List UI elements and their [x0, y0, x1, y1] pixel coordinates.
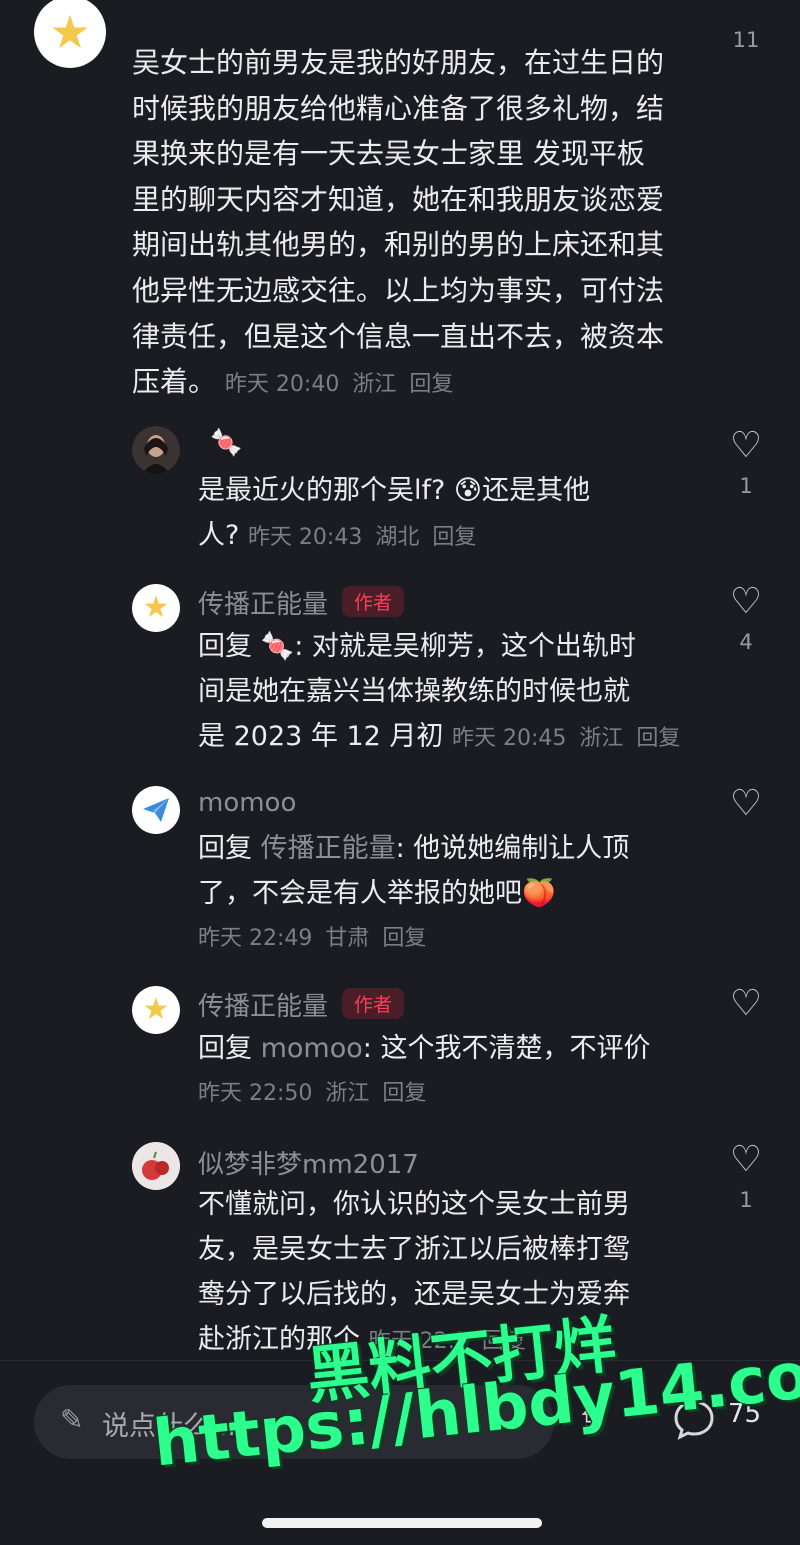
- comment-line: 回复 momoo: 这个我不清楚，不评价: [198, 1026, 718, 1071]
- comment-meta: 昨天 20:45 浙江 回复: [452, 726, 686, 751]
- pencil-icon: ✎: [60, 1403, 84, 1436]
- comment-line: 间是她在嘉兴当体操教练的时候也就: [198, 676, 630, 707]
- heart-icon: ♡: [729, 983, 763, 1024]
- comment-meta: 昨天 22:49 甘肃 回复: [198, 916, 718, 961]
- comment-line: 人?: [198, 520, 240, 551]
- reply-target[interactable]: 传播正能量: [261, 833, 396, 864]
- user-photo-icon: [132, 426, 180, 474]
- like-button[interactable]: ♡: [721, 784, 771, 824]
- avatar[interactable]: ★: [132, 986, 180, 1034]
- star-avatar-icon: ★: [49, 5, 91, 59]
- avatar[interactable]: [132, 786, 180, 834]
- reply-target[interactable]: momoo: [261, 1033, 363, 1064]
- username[interactable]: 🍬: [210, 428, 242, 458]
- comment-location: 湖北: [375, 525, 420, 550]
- heart-icon: ♡: [729, 1139, 763, 1180]
- comment-line: : 这个我不清楚，不评价: [362, 1033, 651, 1064]
- fruit-photo-icon: [132, 1142, 180, 1190]
- reply-prefix: 回复: [198, 833, 261, 864]
- comment-line-last: 人? 昨天 20:43 湖北 回复: [198, 513, 698, 560]
- comment-line: : 对就是吴柳芳，这个出轨时: [294, 631, 636, 662]
- home-indicator[interactable]: [262, 1518, 542, 1528]
- like-button[interactable]: 11: [721, 20, 771, 52]
- heart-icon: ♡: [729, 425, 763, 466]
- like-count: 1: [739, 1188, 753, 1212]
- comment-line: 期间出轨其他男的，和别的男的上床还和其: [132, 228, 665, 262]
- username-row: 传播正能量 作者: [198, 584, 405, 621]
- comment-text: 是最近火的那个吴lf? 😰还是其他 人? 昨天 20:43 湖北 回复: [198, 468, 698, 560]
- avatar[interactable]: [132, 1142, 180, 1190]
- avatar[interactable]: ★: [132, 584, 180, 632]
- comment-time: 昨天 20:43: [247, 525, 363, 550]
- comment-location: 浙江: [579, 726, 624, 751]
- comment-meta: 昨天 22:50 浙江 回复: [198, 1071, 718, 1116]
- reply-prefix: 回复: [198, 631, 261, 662]
- reply-link[interactable]: 回复: [382, 926, 426, 951]
- reply-target[interactable]: 🍬: [261, 631, 295, 662]
- star-avatar-icon: ★: [142, 992, 170, 1027]
- comment-line: 了，不会是有人举报的她吧🍑: [198, 878, 556, 909]
- username[interactable]: 似梦非梦mm2017: [198, 1144, 419, 1181]
- comment-location: 甘肃: [325, 926, 370, 951]
- reply-link[interactable]: 回复: [432, 525, 476, 550]
- avatar[interactable]: [132, 426, 180, 474]
- like-count: 4: [739, 630, 753, 654]
- comment-line: 果换来的是有一天去吴女士家里 发现平板: [132, 137, 645, 171]
- author-badge: 作者: [342, 988, 405, 1019]
- like-count: 11: [732, 28, 760, 52]
- comment-line: 时候我的朋友给他精心准备了很多礼物，结: [132, 91, 665, 125]
- like-button[interactable]: ♡ 1: [721, 1139, 771, 1213]
- paper-plane-icon: [143, 798, 169, 822]
- heart-icon: ♡: [729, 783, 763, 824]
- comment-location: 浙江: [352, 372, 397, 398]
- comment-time: 昨天 22:50: [198, 1081, 313, 1106]
- comment-line: : 他说她编制让人顶: [395, 833, 630, 864]
- avatar[interactable]: ★: [34, 0, 106, 68]
- comment-time: 昨天 22:49: [198, 926, 313, 951]
- comment-line: 友，是吴女士去了浙江以后被棒打鸳: [198, 1234, 630, 1265]
- comment-line: 回复 🍬: 对就是吴柳芳，这个出轨时: [198, 624, 718, 669]
- comment-line: 律责任，但是这个信息一直出不去，被资本: [132, 319, 665, 353]
- heart-icon: ♡: [729, 581, 763, 622]
- comment-text: 回复 momoo: 这个我不清楚，不评价 昨天 22:50 浙江 回复: [198, 1026, 718, 1116]
- comment-meta: 昨天 20:40 浙江 回复: [225, 372, 459, 397]
- comment-line: 是最近火的那个吴lf? 😰还是其他: [198, 475, 591, 506]
- like-count: 1: [739, 474, 753, 498]
- reply-prefix: 回复: [198, 1033, 261, 1064]
- like-button[interactable]: ♡ 1: [721, 425, 771, 499]
- star-avatar-icon: ★: [142, 590, 170, 625]
- like-button[interactable]: ♡: [721, 984, 771, 1024]
- comment-text: 回复 传播正能量: 他说她编制让人顶 了，不会是有人举报的她吧🍑 昨天 22:4…: [198, 826, 718, 961]
- comment-time: 昨天 20:40: [224, 372, 340, 398]
- comment-text: 吴女士的前男友是我的好朋友，在过生日的 时候我的朋友给他精心准备了很多礼物，结 …: [132, 40, 712, 408]
- comment-line: 回复 传播正能量: 他说她编制让人顶: [198, 826, 718, 871]
- reply-link[interactable]: 回复: [382, 1081, 426, 1106]
- comment-line-last: 压着。 昨天 20:40 浙江 回复: [132, 359, 712, 408]
- username[interactable]: 传播正能量: [198, 590, 328, 620]
- comment-line: 压着。: [132, 365, 217, 399]
- username[interactable]: 传播正能量: [198, 992, 328, 1022]
- comment-text: 回复 🍬: 对就是吴柳芳，这个出轨时 间是她在嘉兴当体操教练的时候也就 是 20…: [198, 624, 718, 761]
- author-badge: 作者: [342, 586, 405, 617]
- comment-line: 不懂就问，你认识的这个吴女士前男: [198, 1189, 630, 1220]
- reply-link[interactable]: 回复: [636, 726, 680, 751]
- comment-line: 他异性无边感交往。以上均为事实，可付法: [132, 273, 665, 307]
- comment-line: 是 2023 年 12 月初: [198, 721, 444, 752]
- like-button[interactable]: ♡ 4: [721, 581, 771, 655]
- comment-line: 里的聊天内容才知道，她在和我朋友谈恋爱: [132, 182, 665, 216]
- comment-line-last: 是 2023 年 12 月初 昨天 20:45 浙江 回复: [198, 714, 718, 761]
- comment-time: 昨天 20:45: [452, 726, 567, 751]
- username[interactable]: momoo: [198, 788, 296, 818]
- reply-link[interactable]: 回复: [409, 372, 453, 397]
- comment-location: 浙江: [325, 1081, 370, 1106]
- username-row: 传播正能量 作者: [198, 986, 405, 1023]
- comment-meta: 昨天 20:43 湖北 回复: [248, 525, 482, 550]
- comment-line: 吴女士的前男友是我的好朋友，在过生日的: [132, 46, 665, 79]
